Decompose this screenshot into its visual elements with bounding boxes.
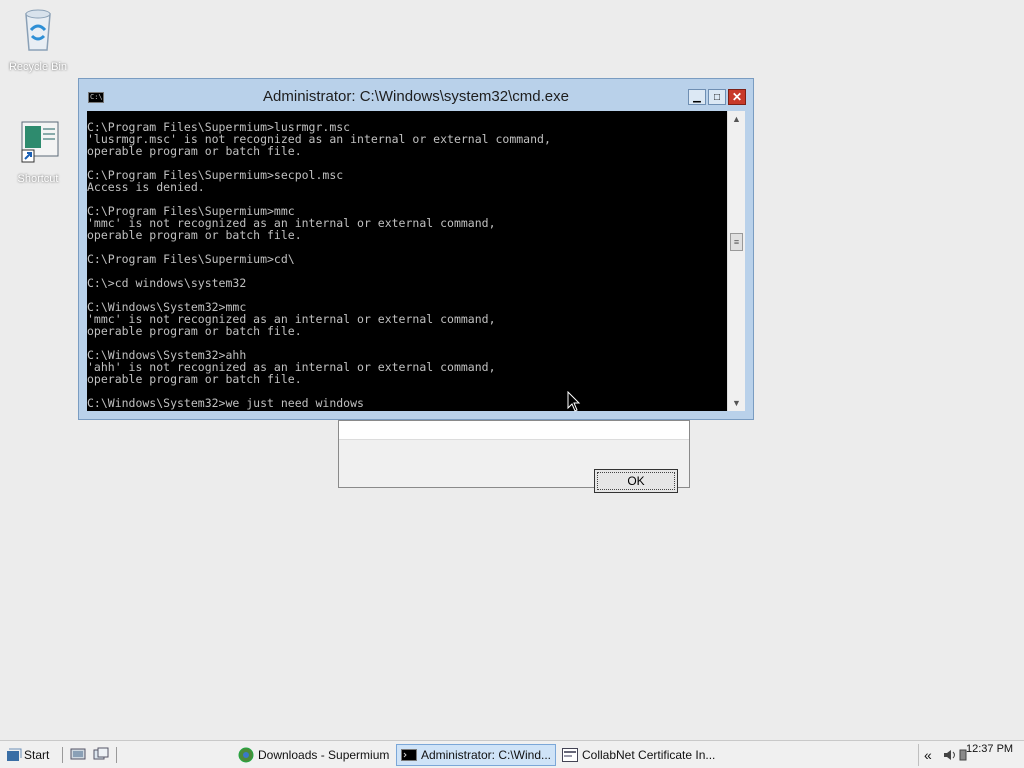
start-label: Start [24, 748, 50, 762]
mouse-cursor-icon [567, 391, 581, 412]
close-button[interactable]: ✕ [728, 89, 746, 105]
console-line: operable program or batch file. [87, 144, 302, 158]
dialog-button-area: OK [339, 439, 689, 493]
console-output[interactable]: C:\Program Files\Supermium>lusrmgr.msc '… [87, 111, 727, 411]
cmd-window: C:\ Administrator: C:\Windows\system32\c… [78, 78, 754, 420]
recycle-bin-icon [25, 9, 51, 51]
desktop-icon-label: Shortcut [17, 173, 59, 185]
switch-windows-icon[interactable] [93, 747, 109, 761]
task-label: Administrator: C:\Wind... [420, 748, 551, 762]
taskbar-separator [62, 747, 63, 763]
console-line: operable program or batch file. [87, 372, 302, 386]
window-title: Administrator: C:\Windows\system32\cmd.e… [263, 88, 569, 105]
minimize-button[interactable]: ▁ [688, 89, 706, 105]
certificate-dialog: OK [338, 420, 690, 493]
maximize-button[interactable]: □ [708, 89, 726, 105]
console-line: C:\>cd windows\system32 [87, 276, 247, 290]
console-line: operable program or batch file. [87, 324, 302, 338]
task-collabnet-certificate[interactable]: CollabNet Certificate In... [558, 744, 720, 766]
start-button[interactable]: Start [6, 745, 49, 765]
console-line: C:\Windows\System32>we just need windows [87, 396, 364, 410]
console-line: C:\Program Files\Supermium>cd\ [87, 252, 295, 266]
task-label: CollabNet Certificate In... [582, 748, 716, 762]
task-label: Downloads - Supermium [258, 748, 390, 762]
title-bar[interactable]: C:\ Administrator: C:\Windows\system32\c… [79, 79, 753, 111]
console-line: operable program or batch file. [87, 228, 302, 242]
desktop-icon-label: Recycle Bin [8, 61, 68, 73]
start-icon [7, 748, 22, 761]
taskbar: Start Downloads - Supermium Administrato… [0, 740, 1024, 768]
vertical-scrollbar[interactable]: ▲ ≡ ▼ [727, 111, 745, 411]
ok-button[interactable]: OK [594, 469, 678, 493]
scroll-down-arrow-icon[interactable]: ▼ [728, 395, 745, 411]
task-administrator-cmd[interactable]: Administrator: C:\Wind... [396, 744, 556, 766]
taskbar-separator [116, 747, 117, 763]
volume-icon[interactable] [943, 748, 957, 762]
desktop-icon-shortcut[interactable]: Shortcut [6, 118, 70, 185]
browser-icon [238, 747, 254, 763]
console-line: Access is denied. [87, 180, 205, 194]
show-desktop-icon[interactable] [70, 747, 86, 761]
shortcut-icon [21, 121, 59, 163]
cmd-icon [401, 749, 417, 761]
desktop-icon-recycle-bin[interactable]: Recycle Bin [6, 4, 70, 73]
clock[interactable]: 12:37 PM [966, 743, 1013, 755]
scroll-thumb[interactable]: ≡ [730, 233, 743, 251]
tray-expand-icon[interactable]: « [924, 747, 932, 763]
scroll-up-arrow-icon[interactable]: ▲ [728, 111, 745, 127]
task-downloads-supermium[interactable]: Downloads - Supermium [234, 744, 394, 766]
window-icon [562, 748, 578, 762]
